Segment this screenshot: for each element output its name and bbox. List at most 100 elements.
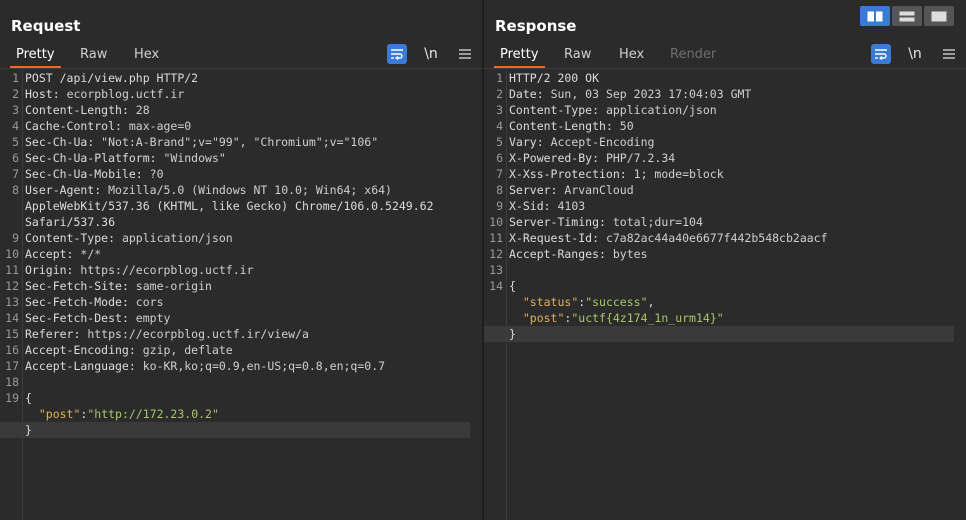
- tab-hex[interactable]: Hex: [619, 44, 644, 68]
- header-value: empty: [135, 311, 171, 325]
- split-horizontal-icon[interactable]: [860, 6, 890, 26]
- newline-icon[interactable]: \n: [421, 46, 441, 62]
- code-line: "post":"http://172.23.0.2": [0, 406, 470, 422]
- line-number: 5: [12, 135, 19, 149]
- line-number: 8: [496, 183, 503, 197]
- json-key: "post": [522, 311, 565, 325]
- line-text: POST /api/view.php HTTP/2: [25, 71, 199, 85]
- header-value: total;dur=104: [612, 215, 703, 229]
- line-number: 15: [5, 327, 19, 341]
- code-line: Safari/537.36: [0, 214, 470, 230]
- line-content: Content-Length: 50: [509, 119, 634, 133]
- line-number: 10: [489, 215, 503, 229]
- split-vertical-icon[interactable]: [892, 6, 922, 26]
- line-content: Vary: Accept-Encoding: [509, 135, 655, 149]
- line-text: }: [25, 423, 32, 437]
- header-name: Sec-Ch-Ua-Mobile: [25, 167, 136, 181]
- code-line: 16 Accept-Encoding: gzip, deflate: [0, 342, 470, 358]
- code-line: 6 Sec-Ch-Ua-Platform: "Windows": [0, 150, 470, 166]
- line-number: 14: [5, 311, 19, 325]
- header-name: Content-Type: [509, 103, 593, 117]
- line-text: {: [509, 279, 516, 293]
- line-number: 13: [489, 263, 503, 277]
- code-line: 4 Cache-Control: max-age=0: [0, 118, 470, 134]
- line-content: AppleWebKit/537.36 (KHTML, like Gecko) C…: [25, 198, 470, 214]
- line-number: 19: [5, 391, 19, 405]
- response-title: Response: [495, 17, 577, 35]
- line-number: 5: [496, 135, 503, 149]
- header-name: Server-Timing: [509, 215, 600, 229]
- line-number: 4: [496, 119, 503, 133]
- header-value: 1; mode=block: [633, 167, 724, 181]
- line-content: Sec-Ch-Ua-Platform: "Windows": [25, 151, 226, 165]
- header-value: max-age=0: [128, 119, 192, 133]
- line-content: Sec-Fetch-Dest: empty: [25, 311, 171, 325]
- code-line: 11 X-Request-Id: c7a82ac44a40e6677f442b54…: [484, 230, 954, 246]
- header-name: Referer: [25, 327, 74, 341]
- tab-pretty[interactable]: Pretty: [494, 44, 545, 68]
- line-content: X-Sid: 4103: [509, 199, 586, 213]
- request-editor[interactable]: 1 POST /api/view.php HTTP/2 2 Host: ecorpbl…: [0, 70, 482, 520]
- code-line: 5 Sec-Ch-Ua: "Not:A-Brand";v="99", "Chrom…: [0, 134, 470, 150]
- header-value: bytes: [612, 247, 648, 261]
- line-content: }: [25, 422, 470, 438]
- line-number: 6: [496, 151, 503, 165]
- menu-icon[interactable]: [455, 44, 475, 64]
- menu-icon[interactable]: [939, 44, 959, 64]
- header-name: Accept-Language: [25, 359, 129, 373]
- wrap-icon[interactable]: [871, 44, 891, 64]
- code-line: 14 Sec-Fetch-Dest: empty: [0, 310, 470, 326]
- header-value: "Not:A-Brand";v="99", "Chromium";v="106": [101, 135, 379, 149]
- single-pane-icon[interactable]: [924, 6, 954, 26]
- response-editor[interactable]: 1 HTTP/2 200 OK 2 Date: Sun, 03 Sep 2023 17…: [484, 70, 966, 520]
- line-content: HTTP/2 200 OK: [509, 70, 954, 86]
- line-number: 12: [489, 247, 503, 261]
- line-number: 14: [489, 279, 503, 293]
- header-name: X-Xss-Protection: [509, 167, 620, 181]
- response-lines: 1 HTTP/2 200 OK 2 Date: Sun, 03 Sep 2023 17…: [484, 70, 954, 342]
- json-value: "success": [585, 295, 648, 309]
- tab-raw[interactable]: Raw: [564, 44, 591, 68]
- code-line: 19 {: [0, 390, 470, 406]
- header-name: Cache-Control: [25, 119, 116, 133]
- request-lines: 1 POST /api/view.php HTTP/2 2 Host: ecorpbl…: [0, 70, 470, 438]
- header-name: Server: [509, 183, 551, 197]
- line-number: 11: [5, 263, 19, 277]
- header-name: X-Request-Id: [509, 231, 593, 245]
- header-name: Sec-Fetch-Site: [25, 279, 122, 293]
- header-name: Origin: [25, 263, 67, 277]
- code-line: 7 Sec-Ch-Ua-Mobile: ?0: [0, 166, 470, 182]
- json-key: "post": [38, 407, 81, 421]
- line-content: Sec-Ch-Ua-Mobile: ?0: [25, 167, 164, 181]
- header-value: gzip, deflate: [142, 343, 233, 357]
- code-line: 4 Content-Length: 50: [484, 118, 954, 134]
- header-value: https://ecorpblog.uctf.ir/view/a: [87, 327, 309, 341]
- tab-raw[interactable]: Raw: [80, 44, 107, 68]
- code-line: 9 X-Sid: 4103: [484, 198, 954, 214]
- header-name: Date: [509, 87, 537, 101]
- line-text: Safari/537.36: [25, 215, 116, 229]
- header-value: 50: [619, 119, 634, 133]
- header-value: PHP/7.2.34: [605, 151, 676, 165]
- header-value: 28: [135, 103, 150, 117]
- code-line: 2 Host: ecorpblog.uctf.ir: [0, 86, 470, 102]
- header-name: Accept-Encoding: [25, 343, 129, 357]
- header-value: 4103: [557, 199, 586, 213]
- code-line: 10 Server-Timing: total;dur=104: [484, 214, 954, 230]
- line-content: Accept: */*: [25, 247, 102, 261]
- code-line: 17 Accept-Language: ko-KR,ko;q=0.9,en-US;…: [0, 358, 470, 374]
- header-value: Sun, 03 Sep 2023 17:04:03 GMT: [550, 87, 752, 101]
- tab-pretty[interactable]: Pretty: [10, 44, 61, 68]
- tab-hex[interactable]: Hex: [134, 44, 159, 68]
- header-name: Accept-Ranges: [509, 247, 600, 261]
- code-line: 2 Date: Sun, 03 Sep 2023 17:04:03 GMT: [484, 86, 954, 102]
- code-line: 5 Vary: Accept-Encoding: [484, 134, 954, 150]
- header-value: Accept-Encoding: [550, 135, 655, 149]
- header-value: ?0: [149, 167, 164, 181]
- line-content: Accept-Language: ko-KR,ko;q=0.9,en-US;q=…: [25, 359, 386, 373]
- line-number: 18: [5, 375, 19, 389]
- line-content: Safari/537.36: [25, 214, 470, 230]
- code-line: AppleWebKit/537.36 (KHTML, like Gecko) C…: [0, 198, 470, 214]
- wrap-icon[interactable]: [387, 44, 407, 64]
- newline-icon[interactable]: \n: [905, 46, 925, 62]
